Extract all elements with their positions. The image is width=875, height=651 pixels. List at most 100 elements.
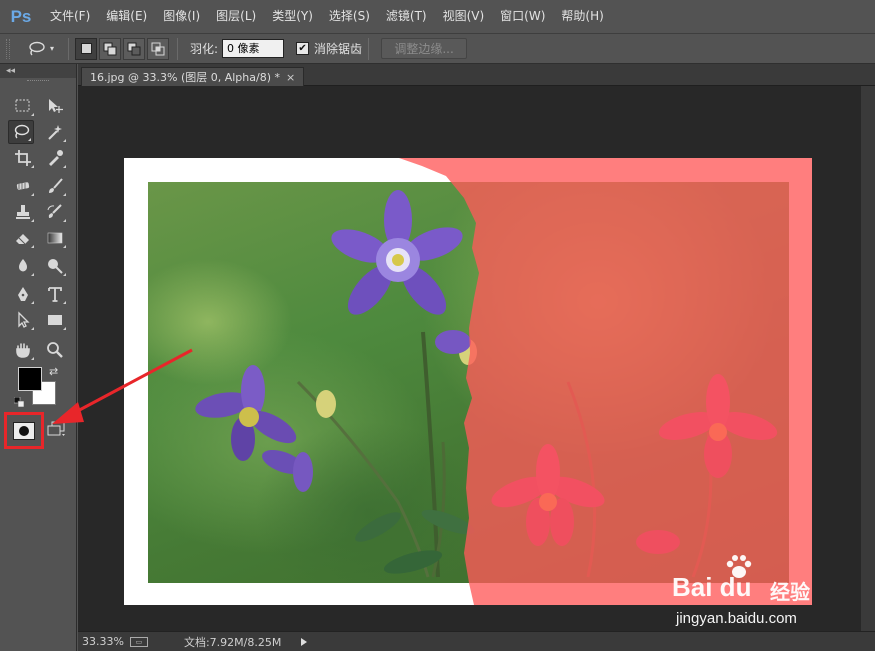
hand-icon (16, 343, 30, 358)
blur-tool[interactable] (10, 254, 36, 278)
rectangular-marquee-tool[interactable] (10, 94, 36, 118)
add-to-selection-button[interactable] (99, 37, 121, 60)
menu-help[interactable]: 帮助(H) (553, 0, 611, 33)
menu-layer[interactable]: 图层(L) (208, 0, 264, 33)
zoom-tool[interactable] (42, 338, 68, 362)
pen-tool[interactable] (10, 282, 36, 306)
magic-wand-icon (48, 125, 62, 140)
move-icon (49, 99, 63, 113)
history-brush-tool[interactable] (42, 200, 68, 224)
zoom-level[interactable]: 33.33% (82, 635, 124, 648)
crop-tool[interactable] (10, 146, 36, 170)
checkmark-icon: ✔ (298, 42, 307, 54)
crop-icon (15, 150, 31, 166)
menu-bar: Ps 文件(F) 编辑(E) 图像(I) 图层(L) 类型(Y) 选择(S) 滤… (0, 0, 875, 33)
baidu-jingyan-watermark: Bai du 经验 jingyan.baidu.com (672, 554, 832, 634)
healing-brush-icon (16, 182, 30, 190)
rectangle-shape-icon (48, 315, 62, 325)
brush-tool[interactable] (42, 174, 68, 198)
default-colors-icon[interactable] (14, 397, 24, 407)
antialias-label: 消除锯齿 (314, 42, 363, 56)
tool-preset-picker[interactable]: ▾ (18, 37, 62, 61)
divider (177, 37, 178, 60)
intersect-selection-button[interactable] (147, 37, 169, 60)
intersect-selection-icon (151, 42, 165, 55)
lasso-tool[interactable] (8, 120, 34, 144)
zoom-icon (47, 342, 63, 358)
lasso-icon (29, 41, 45, 55)
tools-panel: ◂◂ ⇄ (0, 64, 77, 651)
canvas-image[interactable] (124, 158, 812, 605)
menu-view[interactable]: 视图(V) (435, 0, 493, 33)
dodge-tool[interactable] (42, 254, 68, 278)
quick-mask-icon (13, 421, 35, 440)
watermark-jingyan: 经验 (770, 580, 810, 604)
refine-edge-button[interactable]: 调整边缘... (381, 38, 468, 59)
menu-edit[interactable]: 编辑(E) (98, 0, 155, 33)
status-menu-arrow-icon[interactable] (301, 637, 308, 646)
eyedropper-tool[interactable] (42, 146, 68, 170)
feather-label: 羽化: (190, 42, 219, 56)
gradient-icon (47, 232, 63, 244)
menu-image[interactable]: 图像(I) (155, 0, 208, 33)
dodge-icon (48, 259, 63, 274)
divider (368, 37, 370, 60)
document-size: 文档:7.92M/8.25M (183, 635, 282, 649)
new-selection-icon (80, 43, 92, 54)
options-bar-grip[interactable] (6, 38, 10, 59)
divider (68, 37, 69, 60)
history-brush-icon (47, 204, 62, 218)
document-tab-title: 16.jpg @ 33.3% (图层 0, Alpha/8) * (90, 71, 280, 84)
watermark-url: jingyan.baidu.com (676, 610, 797, 627)
path-selection-tool[interactable] (10, 308, 36, 332)
gradient-tool[interactable] (42, 226, 68, 250)
vertical-scrollbar[interactable] (861, 86, 875, 631)
hand-tool[interactable] (10, 338, 36, 362)
stamp-icon (16, 205, 30, 219)
type-tool[interactable] (42, 282, 68, 306)
new-selection-button[interactable] (75, 37, 97, 60)
screen-mode-icon[interactable] (46, 420, 66, 438)
menu-filter[interactable]: 滤镜(T) (378, 0, 435, 33)
zoom-preview-icon: ▭ (129, 636, 148, 647)
blur-icon (19, 259, 27, 272)
eraser-icon (16, 234, 29, 245)
path-selection-icon (18, 311, 30, 328)
menu-window[interactable]: 窗口(W) (492, 0, 553, 33)
status-bar: 33.33% ▭ 文档:7.92M/8.25M (78, 631, 875, 651)
subtract-selection-icon (127, 42, 141, 55)
collapse-panel-icon[interactable]: ◂◂ (6, 66, 15, 76)
tools-panel-header: ◂◂ (0, 64, 76, 78)
menu-type[interactable]: 类型(Y) (264, 0, 321, 33)
magic-wand-tool[interactable] (42, 120, 68, 144)
canvas-pasteboard[interactable] (78, 86, 875, 631)
menu-select[interactable]: 选择(S) (321, 0, 378, 33)
quick-mask-button[interactable] (4, 412, 44, 449)
type-icon (48, 287, 62, 302)
photoshop-logo: Ps (10, 6, 32, 26)
foreground-color-swatch[interactable] (18, 367, 42, 391)
move-tool[interactable] (42, 94, 68, 118)
clone-stamp-tool[interactable] (10, 200, 36, 224)
eyedropper-icon (49, 150, 63, 166)
close-icon[interactable]: × (286, 71, 295, 84)
watermark-brand: Bai du (672, 572, 752, 602)
feather-input[interactable]: 0 像素 (222, 39, 285, 58)
document-tab[interactable]: 16.jpg @ 33.3% (图层 0, Alpha/8) * × (81, 67, 305, 86)
marquee-icon (15, 99, 30, 112)
spot-healing-brush-tool[interactable] (10, 174, 36, 198)
tools-panel-grip[interactable] (27, 80, 49, 83)
chevron-down-icon: ▾ (49, 44, 54, 53)
menu-file[interactable]: 文件(F) (42, 0, 98, 33)
antialias-checkbox[interactable]: ✔ (296, 42, 310, 55)
rectangle-tool[interactable] (42, 308, 68, 332)
options-bar: ▾ 羽化: 0 像素 ✔ 消除锯齿 调整边缘... (0, 33, 875, 64)
eraser-tool[interactable] (10, 226, 36, 250)
subtract-from-selection-button[interactable] (123, 37, 145, 60)
document-tab-bar: 16.jpg @ 33.3% (图层 0, Alpha/8) * × (78, 64, 875, 86)
brush-icon (49, 178, 63, 193)
pen-icon (18, 287, 28, 301)
swap-colors-icon[interactable]: ⇄ (49, 365, 58, 378)
quick-mask-overlay (399, 158, 812, 605)
add-selection-icon (103, 42, 117, 55)
